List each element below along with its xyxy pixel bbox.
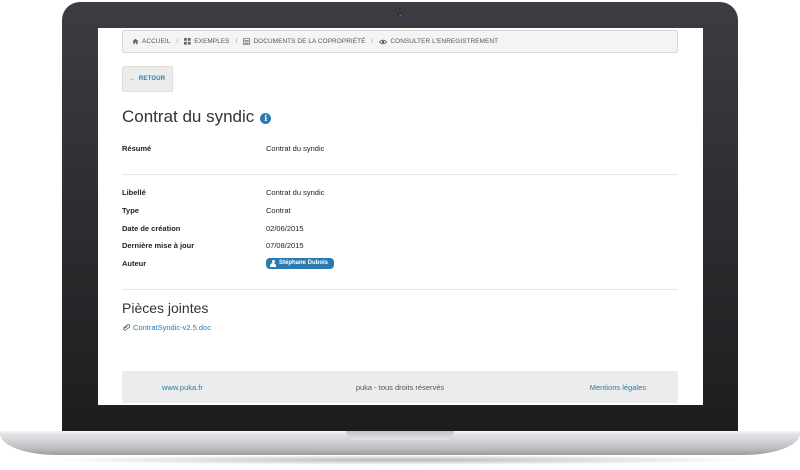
summary-row: Résumé Contrat du syndic [122,142,324,154]
breadcrumb: ACCUEIL / EXEMPLES / DOCUMENTS DE LA COP… [122,30,678,53]
browser-viewport: ACCUEIL / EXEMPLES / DOCUMENTS DE LA COP… [98,28,703,405]
grid-icon [184,38,191,45]
divider [122,289,678,290]
field-value: 02/06/2015 [266,223,304,233]
field-label: Auteur [122,258,147,268]
field-value: Contrat [266,205,291,215]
detail-row-created: Date de création 02/06/2015 [122,222,304,234]
detail-row-type: Type Contrat [122,204,291,216]
field-value: Contrat du syndic [266,187,325,197]
breadcrumb-separator: / [235,38,238,45]
eye-icon [379,39,388,44]
breadcrumb-item-examples[interactable]: EXEMPLES [184,38,229,45]
author-badge[interactable]: Stéphane Dubois [266,257,335,269]
field-label: Libellé [122,187,146,197]
breadcrumb-separator: / [371,38,374,45]
home-icon [132,38,139,45]
breadcrumb-label: EXEMPLES [194,38,230,45]
attachments-title: Pièces jointes [122,300,209,316]
author-name: Stéphane Dubois [279,260,329,266]
footer-legal-link[interactable]: Mentions légales [590,383,646,392]
user-icon [270,259,276,267]
folder-icon [243,38,251,45]
field-label: Résumé [122,143,152,153]
attachment-filename: ContratSyndic-v2.5.doc [133,323,211,332]
breadcrumb-item-home[interactable]: ACCUEIL [132,38,170,45]
page-title-text: Contrat du syndic [122,107,255,126]
footer-website-link[interactable]: www.puka.fr [162,383,203,392]
back-button[interactable]: ← RETOUR [122,66,173,92]
field-value: Contrat du syndic [266,143,325,153]
paperclip-icon [123,324,131,331]
detail-row-author: Auteur Stéphane Dubois [122,257,335,269]
breadcrumb-label: DOCUMENTS DE LA COPROPRIÉTÉ [253,38,366,45]
breadcrumb-item-documents[interactable]: DOCUMENTS DE LA COPROPRIÉTÉ [243,38,365,45]
divider [122,174,678,175]
breadcrumb-separator: / [176,38,179,45]
breadcrumb-item-current: CONSULTER L'ENREGISTREMENT [379,38,498,45]
field-label: Dernière mise à jour [122,240,195,250]
laptop-notch [346,431,454,440]
laptop-shadow [40,455,760,465]
field-value: 07/08/2015 [266,240,304,250]
arrow-left-icon: ← [129,76,136,82]
field-label: Date de création [122,223,181,233]
breadcrumb-label: ACCUEIL [142,38,171,45]
attachment-link[interactable]: ContratSyndic-v2.5.doc [122,323,211,332]
footer: puka - tous droits réservés www.puka.fr … [122,371,678,403]
back-button-label: RETOUR [138,76,166,82]
breadcrumb-label: CONSULTER L'ENREGISTREMENT [390,38,499,45]
info-icon[interactable]: i [260,112,272,124]
detail-row-label: Libellé Contrat du syndic [122,186,324,198]
field-label: Type [122,205,139,215]
camera-icon [396,11,404,19]
detail-row-updated: Dernière mise à jour 07/08/2015 [122,239,304,251]
page-title: Contrat du syndic i [122,105,272,129]
